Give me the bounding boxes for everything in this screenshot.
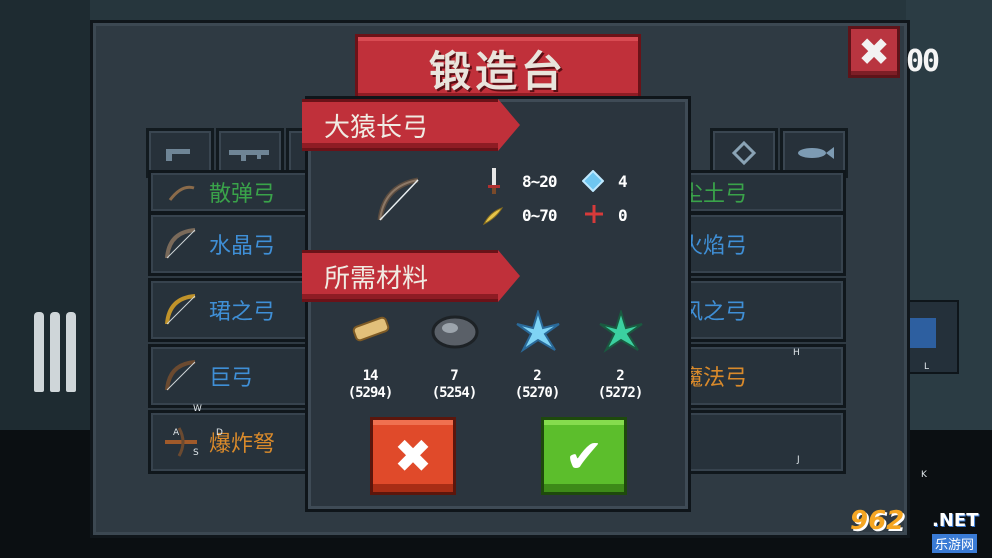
list-item[interactable] [684, 410, 846, 474]
key-hint: K [921, 470, 927, 480]
material-count: 2 (5272) [582, 368, 658, 402]
crossbow-icon [157, 418, 205, 466]
weapon-name: 珺之弓 [209, 300, 276, 325]
materials-ribbon: 所需材料 [302, 250, 520, 302]
material-need: 2 [533, 368, 541, 384]
material-have: (5272) [597, 385, 644, 401]
list-item[interactable]: 尘土弓 [681, 170, 846, 214]
energy-crystal-icon [581, 169, 605, 196]
bow-icon [157, 220, 205, 268]
crosshair-icon [584, 204, 604, 228]
weapon-name: 散弹弓 [209, 182, 276, 207]
materials-title: 所需材料 [324, 263, 429, 294]
item-name-ribbon: 大猿长弓 [302, 99, 520, 151]
item-preview [372, 172, 428, 228]
bow-icon [157, 168, 205, 216]
title-banner: 锻造台 [355, 34, 641, 102]
key-hint: H [793, 348, 800, 358]
bow-icon [157, 352, 205, 400]
list-item[interactable]: 魔法弓 [681, 344, 846, 408]
blue-crystal-icon [515, 308, 561, 358]
material-have: (5294) [347, 385, 394, 401]
key-hint: D [216, 428, 223, 438]
cancel-button[interactable]: ✖ [370, 417, 456, 495]
material-need: 7 [450, 368, 458, 384]
wood-log-icon [348, 312, 394, 350]
gas-tank [66, 312, 76, 392]
close-button[interactable]: ✖ [848, 26, 900, 78]
site-watermark: 962 .NET 乐游网 [850, 506, 988, 553]
item-name: 大猿长弓 [324, 112, 429, 143]
material-need: 14 [362, 368, 379, 384]
bow-icon [157, 286, 205, 334]
page-title: 锻造台 [428, 46, 567, 96]
material-need: 2 [616, 368, 624, 384]
pistol-icon [166, 149, 190, 161]
feather-icon [482, 206, 504, 230]
gas-tank [34, 312, 44, 392]
weapon-name: 水晶弓 [209, 234, 276, 259]
crit-value: 0~70 [522, 206, 558, 225]
key-hint: L [924, 362, 930, 372]
energy-value: 4 [618, 172, 628, 191]
green-crystal-icon [598, 308, 644, 358]
gas-tank [50, 312, 60, 392]
key-hint: W [193, 404, 202, 414]
fish-icon [798, 147, 834, 159]
confirm-button[interactable]: ✔ [541, 417, 627, 495]
stone-ore-icon [430, 310, 480, 354]
key-hint: J [797, 455, 800, 465]
watermark-cn: 乐游网 [932, 534, 978, 553]
list-item[interactable]: 珺之弓 [148, 278, 312, 342]
material-count: 7 (5254) [416, 368, 492, 402]
left-wall [0, 0, 90, 430]
machine-screen [910, 318, 936, 348]
material-count: 14 (5294) [332, 368, 408, 402]
list-item[interactable]: 散弹弓 [148, 170, 312, 214]
list-item[interactable]: 爆炸弩 [148, 410, 312, 474]
material-have: (5270) [514, 385, 561, 401]
key-hint: S [193, 448, 199, 458]
watermark-net: .NET [932, 510, 979, 531]
material-count: 2 (5270) [499, 368, 575, 402]
key-hint: A [173, 428, 180, 438]
list-item[interactable]: 巨弓 [148, 344, 312, 408]
watermark-number: 962 [850, 506, 905, 536]
forge-dialog [305, 96, 691, 512]
list-item[interactable]: 火焰弓 [681, 212, 846, 276]
list-item[interactable]: 水晶弓 [148, 212, 312, 276]
longbow-icon [377, 177, 419, 221]
material-have: (5254) [431, 385, 478, 401]
list-item[interactable]: 风之弓 [681, 278, 846, 342]
weapon-name: 巨弓 [209, 366, 254, 391]
sword-icon [486, 168, 502, 198]
coin-counter: 00 [906, 44, 940, 79]
diamond-icon [732, 141, 756, 165]
rifle-icon [229, 150, 269, 161]
damage-value: 8~20 [522, 172, 558, 191]
accuracy-value: 0 [618, 206, 628, 225]
